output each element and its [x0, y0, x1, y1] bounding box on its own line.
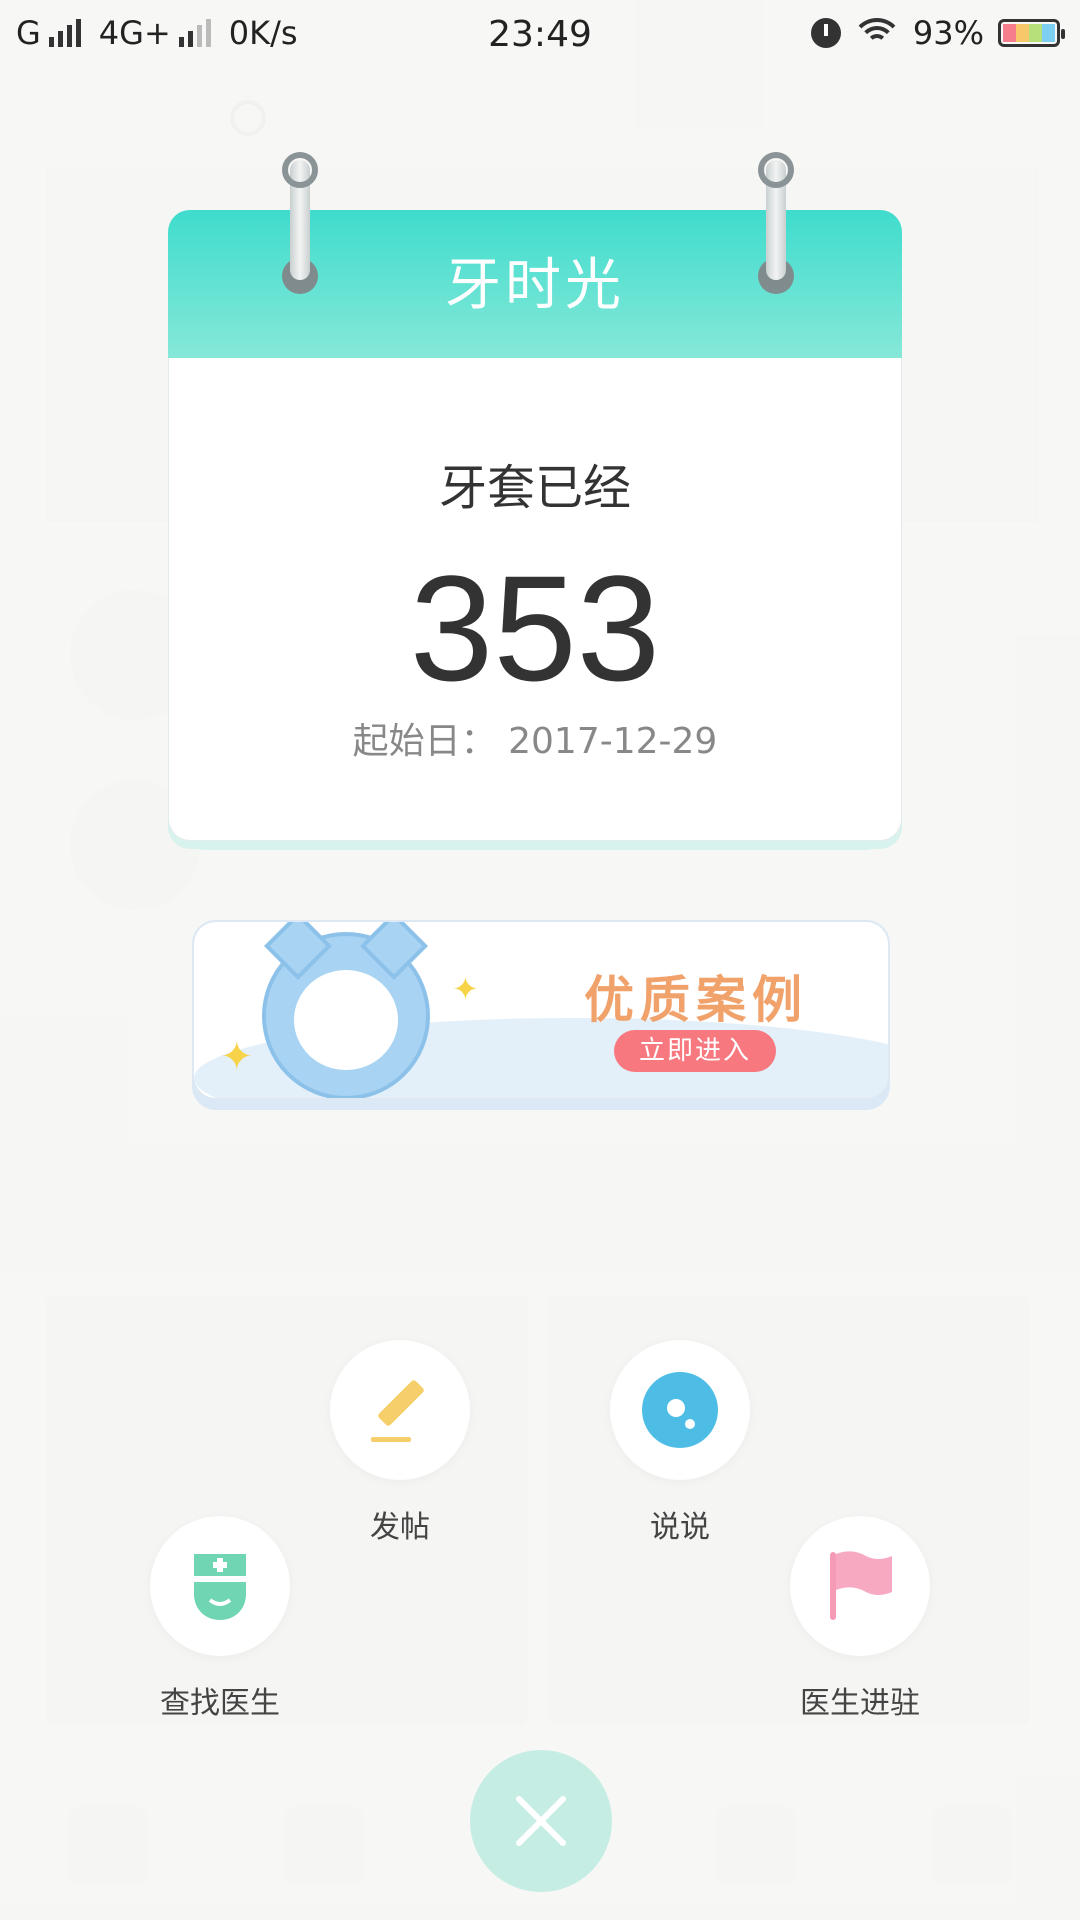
- quality-cases-banner[interactable]: ✦ ✦ 优质案例 立即进入: [192, 920, 890, 1100]
- say-button[interactable]: [610, 1340, 750, 1480]
- banner-title: 优质案例: [584, 971, 808, 1029]
- post-label: 发帖: [370, 1510, 430, 1545]
- status-bar: G 4G+ 0K/s 23:49 93%: [0, 0, 1080, 72]
- doctor-join-label: 医生进驻: [800, 1686, 920, 1721]
- sparkle-icon: ✦: [220, 1034, 254, 1080]
- post-action[interactable]: 发帖: [300, 1340, 500, 1546]
- battery-icon: [998, 19, 1065, 47]
- bubble-icon: [642, 1372, 718, 1448]
- post-button[interactable]: [330, 1340, 470, 1480]
- calendar-ring-loop: [758, 152, 794, 188]
- battery-percent: 93%: [912, 14, 984, 52]
- wifi-icon: [854, 18, 899, 48]
- sparkle-icon: ✦: [452, 970, 479, 1008]
- find-doctor-action[interactable]: 查找医生: [120, 1516, 320, 1722]
- enter-now-button[interactable]: 立即进入: [614, 1030, 776, 1072]
- doctor-join-action[interactable]: 医生进驻: [760, 1516, 960, 1722]
- calendar-ring-loop: [282, 152, 318, 188]
- say-action[interactable]: 说说: [580, 1340, 780, 1546]
- start-date: 起始日： 2017-12-29: [352, 721, 718, 762]
- alarm-icon: [810, 18, 841, 48]
- doctor-icon: [194, 1554, 246, 1620]
- mascot-illustration: [262, 922, 430, 1098]
- say-label: 说说: [650, 1510, 710, 1545]
- calendar-title: 牙时光: [445, 253, 625, 318]
- days-count: 353: [409, 544, 661, 712]
- find-doctor-button[interactable]: [150, 1516, 290, 1656]
- doctor-join-button[interactable]: [790, 1516, 930, 1656]
- calendar-label: 牙套已经: [438, 460, 631, 516]
- close-icon: [516, 1796, 566, 1846]
- close-menu-button[interactable]: [470, 1750, 612, 1892]
- flag-icon: [830, 1551, 892, 1620]
- find-doctor-label: 查找医生: [160, 1686, 280, 1721]
- brace-calendar-card: 牙时光 牙套已经 353 起始日： 2017-12-29: [168, 152, 902, 850]
- pencil-icon: [371, 1380, 424, 1442]
